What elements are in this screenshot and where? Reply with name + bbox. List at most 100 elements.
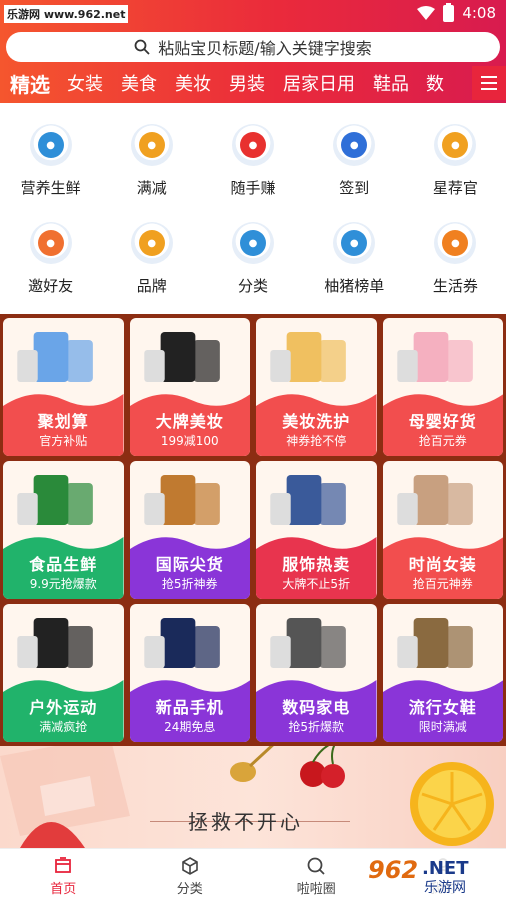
search-bar[interactable]: 粘贴宝贝标题/输入关键字搜索	[6, 32, 500, 62]
product-image	[383, 318, 504, 390]
status-right: 4:08	[417, 2, 496, 22]
promo-card[interactable]: 母婴好货 抢百元券	[382, 318, 504, 456]
card-subtitle: 24期免息	[164, 720, 216, 734]
wifi-icon	[417, 6, 436, 20]
promo-card[interactable]: 数码家电抢5折爆款	[256, 604, 377, 742]
card-subtitle: 9.9元抢爆款	[29, 577, 97, 591]
product-image	[256, 604, 377, 676]
category-cube-icon	[181, 857, 198, 875]
status-bar: 乐游网 www.962.net 4:08	[0, 0, 506, 26]
product-image	[256, 318, 377, 390]
card-title: 时尚女装	[408, 555, 477, 574]
nav-category-label: 分类	[176, 882, 203, 897]
promo-card[interactable]: 美妆洗护 神券抢不停	[256, 318, 377, 456]
grid-item-label: 签到	[339, 179, 370, 197]
card-title: 聚划算	[37, 412, 89, 431]
svg-text:.NET: .NET	[422, 858, 469, 879]
grid-item[interactable]: ● 满减	[101, 115, 202, 213]
nav-category[interactable]: 分类	[127, 849, 254, 900]
promo-card[interactable]: 户外运动 满减疯抢	[3, 604, 124, 742]
banner-title: 拯救不开心	[188, 810, 303, 834]
product-image	[130, 461, 251, 533]
home-icon	[55, 857, 72, 873]
grid-item[interactable]: ● 邀好友	[0, 213, 101, 310]
tab-selected[interactable]: 精选	[0, 69, 50, 98]
card-subtitle: 抢5折爆款	[288, 720, 345, 734]
promo-banner[interactable]: 拯救不开心	[0, 746, 506, 848]
promo-card[interactable]: 服饰热卖大牌不止5折	[256, 461, 377, 599]
card-subtitle: 199减100	[160, 434, 219, 448]
card-subtitle: 抢5折神券	[161, 577, 218, 591]
tab-digital[interactable]: 数	[409, 70, 444, 96]
product-image	[3, 461, 124, 533]
tab-food[interactable]: 美食	[103, 70, 157, 96]
watermark-bottom: 962 .NET 乐游网	[360, 852, 506, 896]
grid-item[interactable]: ● 营养生鲜	[0, 115, 101, 213]
fresh-food-icon: ●	[29, 124, 72, 166]
card-subtitle: 神券抢不停	[286, 434, 347, 448]
svg-text:乐游网: 乐游网	[424, 880, 466, 896]
card-subtitle: 抢百元神券	[412, 577, 473, 591]
card-subtitle: 抢百元券	[418, 434, 467, 448]
card-title: 美妆洗护	[282, 412, 351, 431]
nav-home[interactable]: 首页	[0, 849, 127, 900]
category-icon: ●	[231, 222, 274, 264]
card-title: 数码家电	[282, 698, 351, 717]
battery-icon	[443, 2, 455, 22]
nav-home-label: 首页	[50, 882, 77, 897]
promo-card[interactable]: 时尚女装 抢百元神券	[382, 461, 504, 599]
icon-grid: ● 营养生鲜 ● 满减 ● 随手赚 ● 签到 ● 星荐官 ● 邀好友 ● 品牌 ● 分类 ● 柚猪榜单 ● 生活券	[0, 115, 506, 310]
card-subtitle: 大牌不止5折	[282, 577, 351, 591]
card-subtitle: 满减疯抢	[39, 720, 88, 734]
card-title: 户外运动	[29, 698, 98, 717]
card-subtitle: 限时满减	[418, 720, 467, 734]
grid-item[interactable]: ● 签到	[304, 115, 405, 213]
product-image	[3, 318, 124, 390]
grid-item-label: 营养生鲜	[20, 179, 81, 197]
ranking-icon: ●	[333, 222, 376, 264]
card-title: 国际尖货	[155, 555, 224, 574]
coupon-icon: ●	[434, 222, 477, 264]
product-image	[130, 604, 251, 676]
grid-item[interactable]: ● 柚猪榜单	[304, 213, 405, 310]
promo-card[interactable]: 聚划算 官方补贴	[3, 318, 124, 456]
grid-item[interactable]: ● 品牌	[101, 213, 202, 310]
checkin-icon: ●	[333, 124, 376, 166]
grid-item-label: 分类	[237, 277, 268, 295]
grid-item-label: 随手赚	[230, 179, 276, 197]
grid-item-label: 柚猪榜单	[324, 277, 385, 295]
product-image	[3, 604, 124, 676]
tab-men[interactable]: 男装	[211, 70, 265, 96]
promo-card[interactable]: 新品手机 24期免息	[129, 604, 251, 742]
grid-item[interactable]: ● 随手赚	[202, 115, 303, 213]
tab-beauty[interactable]: 美妆	[157, 70, 211, 96]
tab-shoes[interactable]: 鞋品	[355, 70, 409, 96]
product-image	[383, 461, 504, 533]
product-image	[256, 461, 377, 533]
grid-item[interactable]: ● 星荐官	[405, 115, 506, 213]
menu-icon[interactable]	[472, 66, 506, 100]
promo-card[interactable]: 食品生鲜 9.9元抢爆款	[3, 461, 124, 599]
tab-home[interactable]: 居家日用	[265, 70, 355, 96]
card-title: 流行女鞋	[408, 698, 477, 717]
grid-item-label: 品牌	[136, 277, 167, 295]
earn-icon: ●	[231, 124, 274, 166]
nav-circle-label: 啦啦圈	[296, 882, 336, 897]
grid-item-label: 满减	[136, 179, 167, 197]
grid-item[interactable]: ● 生活券	[405, 213, 506, 310]
grid-item-label: 星荐官	[432, 179, 478, 197]
card-title: 服饰热卖	[282, 555, 351, 574]
product-image	[383, 604, 504, 676]
header: 乐游网 www.962.net 4:08 粘贴宝贝标题/输入关键字搜索 精选 女…	[0, 0, 506, 103]
promo-card[interactable]: 国际尖货抢5折神券	[129, 461, 251, 599]
promo-card[interactable]: 大牌美妆 199减100	[129, 318, 250, 456]
card-title: 食品生鲜	[29, 555, 98, 574]
tab-women[interactable]: 女装	[50, 70, 103, 96]
brand-icon: ●	[130, 222, 173, 264]
promo-cards: 聚划算 官方补贴 大牌美妆 199减100 美妆洗护 神券抢不停 母婴好货 抢百元券 食品生鲜 9…	[0, 314, 506, 746]
grid-item[interactable]: ● 分类	[202, 213, 303, 310]
promo-card[interactable]: 流行女鞋 限时满减	[382, 604, 504, 742]
circle-search-icon	[307, 857, 325, 875]
invite-friends-icon: ●	[29, 222, 72, 264]
grid-item-label: 邀好友	[28, 277, 74, 295]
